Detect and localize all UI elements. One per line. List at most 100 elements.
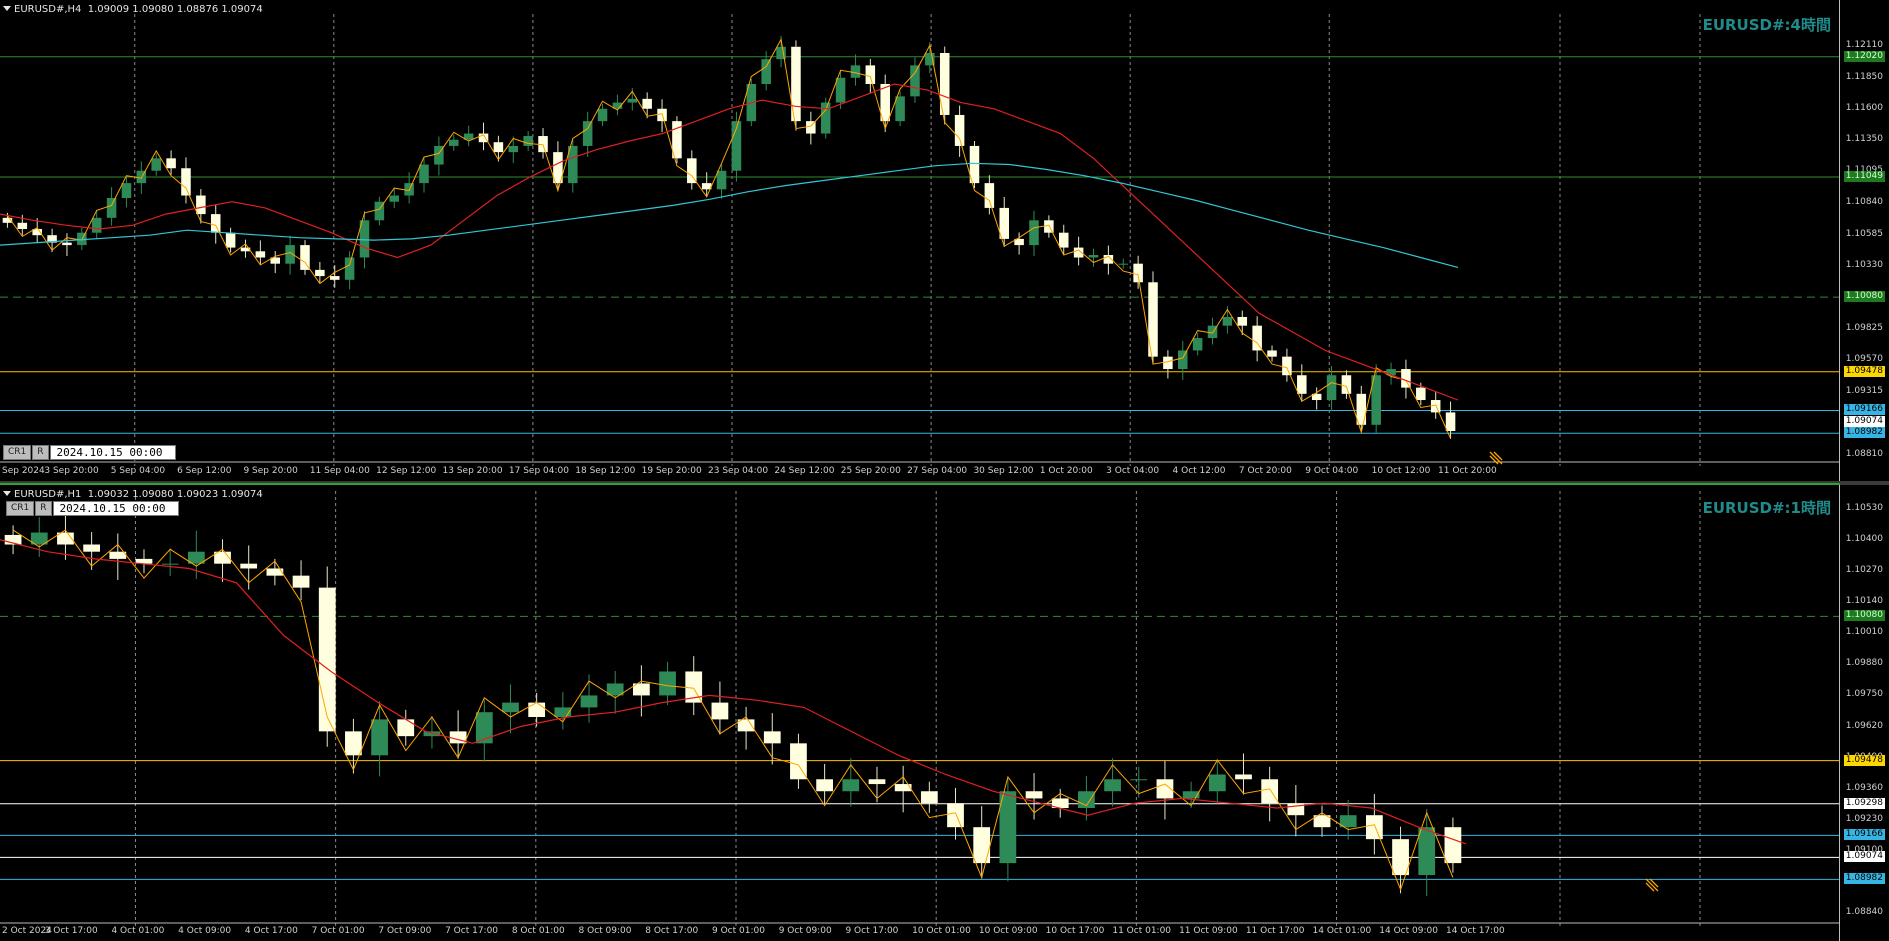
price-level-tag: 1.09074 [1843,415,1885,427]
candle-body [1297,375,1307,394]
candle-body [91,217,102,233]
candle-body [315,269,325,277]
h4-chart-header: EURUSD#,H4 1.09009 1.09080 1.08876 1.090… [3,4,263,15]
candle-body [947,803,964,828]
candle-body [1208,774,1226,792]
h1-datetime-field[interactable]: 2024.10.15 00:00 [52,500,179,516]
h1-price-axis[interactable]: 1.10530 1.10400 1.10270 1.10140 1.10010 1.098… [1839,485,1889,941]
candle-body [225,232,236,248]
candle-body [523,136,533,146]
candle-body [318,587,336,732]
price-axis-label: 1.09750 [1845,689,1883,700]
price-axis-label: 1.11600 [1845,102,1883,113]
candle-body [1430,400,1441,413]
h4-price-chart[interactable] [0,0,1889,481]
price-axis-label: 1.11350 [1845,133,1883,144]
candle-body [1178,350,1188,370]
h4-r-button[interactable]: R [32,444,49,460]
candle-body [659,671,676,696]
price-axis-label: 1.09315 [1845,385,1883,396]
candle-body [161,563,179,565]
candle-body [687,158,697,184]
h4-price-axis[interactable]: 1.121101.118501.116001.113501.110951.108… [1839,0,1889,481]
time-axis-label: 4 Oct 01:00 [111,926,165,936]
price-axis-label: 1.10400 [1845,533,1883,544]
red-moving-average-line [0,83,1459,401]
candle-body [580,695,598,708]
price-level-tag: 1.09478 [1843,754,1885,766]
candle-body [371,719,388,756]
h4-crosshair-time-box[interactable]: CR1 R 2024.10.15 00:00 [3,444,176,460]
time-axis-label: 10 Oct 01:00 [912,926,971,936]
price-level-tag: 1.11049 [1843,171,1885,183]
time-axis-label: 6 Sep 12:00 [177,466,232,476]
price-axis-label: 1.10585 [1845,228,1883,239]
h4-chart-pane[interactable]: EURUSD#,H4 1.09009 1.09080 1.08876 1.090… [0,0,1889,481]
price-axis-label: 1.10330 [1845,260,1883,271]
h1-chart-header: EURUSD#,H1 1.09032 1.09080 1.09023 1.090… [3,489,263,500]
collapse-triangle-icon[interactable] [3,491,11,496]
candle-body [850,65,861,78]
time-axis-label: 25 Sep 20:00 [840,466,901,476]
time-axis-label: 9 Oct 04:00 [1305,466,1359,476]
candle-body [1192,338,1203,351]
candle-body [344,257,355,280]
price-axis-label: 1.09825 [1845,322,1883,333]
candle-body [711,702,729,720]
price-level-tag: 1.09166 [1843,829,1885,841]
price-level-tag: 1.10080 [1843,291,1885,303]
time-axis-label: 12 Sep 12:00 [376,466,437,476]
candle-body [1025,791,1043,799]
candle-body [1392,839,1409,876]
red-moving-average-line [0,539,1467,845]
h1-price-chart[interactable] [0,485,1889,941]
time-axis-label: 9 Oct 01:00 [712,926,765,936]
time-axis-label: 10 Oct 12:00 [1371,466,1431,476]
candle-body [1088,255,1099,258]
price-axis-label: 1.11850 [1845,71,1883,82]
candle-body [389,195,400,202]
candle-body [1418,827,1436,876]
h1-r-button[interactable]: R [35,500,52,516]
candle-body [528,702,546,717]
candle-body [835,77,846,103]
candle-body [300,245,310,270]
h1-cr1-button[interactable]: CR1 [6,500,35,516]
price-axis-label: 1.10530 [1845,502,1883,513]
h1-chart-pane[interactable]: EURUSD#,H1 1.09032 1.09080 1.09023 1.090… [0,485,1889,941]
price-axis-label: 1.10140 [1845,596,1883,606]
collapse-triangle-icon[interactable] [3,6,11,11]
h4-datetime-field[interactable]: 2024.10.15 00:00 [49,444,176,460]
zigzag-line [6,37,1452,439]
candle-body [865,65,876,84]
time-axis-label: 4 Oct 17:00 [244,926,298,936]
candle-body [1130,779,1148,781]
price-level-tag: 1.10080 [1843,610,1885,622]
time-axis-label: 9 Oct 09:00 [778,926,832,936]
h1-symbol: EURUSD#,H1 [14,489,82,500]
time-axis-label: 5 Sep 04:00 [110,466,166,476]
price-level-tag: 1.12020 [1843,50,1885,62]
candle-body [419,164,429,184]
price-axis-label: 1.10840 [1845,196,1883,207]
h4-cr1-button[interactable]: CR1 [3,444,32,460]
candle-body [1133,263,1143,283]
candle-body [999,207,1009,239]
candle-body [1416,387,1426,401]
time-axis-label: 30 Sep 12:00 [973,466,1034,476]
candlesticks [2,35,1456,439]
price-level-tag: 1.09478 [1843,365,1885,377]
price-axis-label: 1.09360 [1845,782,1883,793]
h1-crosshair-time-box[interactable]: CR1 R 2024.10.15 00:00 [6,500,179,516]
price-level-tag: 1.08982 [1843,873,1885,885]
candle-body [196,195,206,215]
candle-body [763,731,781,744]
price-axis-label: 1.08840 [1845,907,1883,918]
h1-ohlc: 1.09032 1.09080 1.09023 1.09074 [87,489,263,500]
candle-body [17,222,28,229]
time-axis-label: Sep 2024 [2,466,45,476]
candle-body [642,98,652,109]
candle-body [895,96,905,122]
time-axis-label: 4 Oct 09:00 [178,926,232,936]
time-axis-label: 27 Sep 04:00 [907,466,968,476]
